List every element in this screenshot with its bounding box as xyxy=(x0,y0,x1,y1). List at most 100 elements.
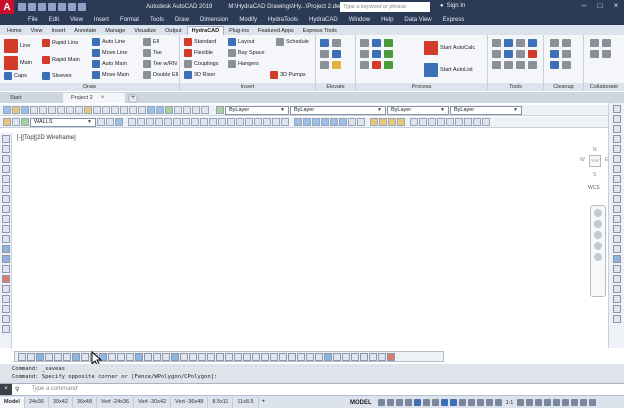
menu-insert[interactable]: Insert xyxy=(94,17,109,23)
tab-start[interactable]: Start xyxy=(2,93,62,103)
drawing-canvas[interactable]: [-][Top][2D Wireframe] N W TOP E S WCS xyxy=(12,133,608,348)
showmotion-icon[interactable] xyxy=(594,253,602,261)
break-icon[interactable] xyxy=(612,215,621,223)
ucs-icon[interactable] xyxy=(446,118,454,126)
snap-tool-icon[interactable] xyxy=(279,352,287,361)
plotstyle-dropdown[interactable]: ByLayer ▼ xyxy=(450,105,522,115)
zoom-extents-icon[interactable] xyxy=(594,231,602,239)
dim-radius-icon[interactable] xyxy=(164,118,172,126)
paste-icon[interactable] xyxy=(75,106,83,114)
snap-tool-icon[interactable] xyxy=(252,352,260,361)
tab-layout[interactable]: 30x42 xyxy=(49,396,73,408)
explode-icon[interactable] xyxy=(612,255,621,263)
tool-icon[interactable] xyxy=(504,50,513,58)
zoom-icon[interactable] xyxy=(120,106,128,114)
pumps-3d-button[interactable]: 3D Pumps xyxy=(270,71,306,79)
layer-properties-icon[interactable] xyxy=(3,118,11,126)
offset-icon[interactable] xyxy=(612,135,621,143)
snap-tool-icon[interactable] xyxy=(333,352,341,361)
ell-button[interactable]: Ell xyxy=(143,38,159,46)
copy-object-icon[interactable] xyxy=(612,115,621,123)
modify-tool-icon[interactable] xyxy=(612,285,621,293)
collaborate-tool-icon[interactable] xyxy=(602,39,611,47)
isolate-objects-icon[interactable] xyxy=(562,399,570,406)
new-icon[interactable] xyxy=(3,106,11,114)
dim-angular-icon[interactable] xyxy=(182,118,190,126)
snap-tool-icon[interactable] xyxy=(45,352,53,361)
snap-tool-icon[interactable] xyxy=(306,352,314,361)
spline-icon[interactable] xyxy=(2,215,10,223)
tool-palettes-icon[interactable] xyxy=(165,106,173,114)
auto-main-button[interactable]: Auto Main xyxy=(92,60,127,68)
insert-block-icon[interactable] xyxy=(2,245,10,253)
new-icon[interactable] xyxy=(18,3,26,11)
preview-icon[interactable] xyxy=(39,106,47,114)
add-layout-button[interactable]: + xyxy=(262,399,266,405)
color-dropdown[interactable]: ByLayer ▼ xyxy=(225,105,289,115)
flexible-button[interactable]: Flexible xyxy=(184,49,213,57)
stretch-icon[interactable] xyxy=(612,185,621,193)
customization-icon[interactable] xyxy=(589,399,597,406)
dim-update-icon[interactable] xyxy=(281,118,289,126)
tool-icon[interactable] xyxy=(504,61,513,69)
dim-ordinate-icon[interactable] xyxy=(155,118,163,126)
view-icon[interactable] xyxy=(357,118,365,126)
object-snap-icon[interactable] xyxy=(449,399,457,406)
match-properties-icon[interactable] xyxy=(84,106,92,114)
tool-icon[interactable] xyxy=(492,50,501,58)
sleeves-button[interactable]: Sleeves xyxy=(42,72,72,80)
multiline-text-icon[interactable] xyxy=(2,315,10,323)
ucs-icon[interactable] xyxy=(473,118,481,126)
undo-icon[interactable] xyxy=(93,106,101,114)
pan-icon[interactable] xyxy=(111,106,119,114)
tab-layout[interactable]: Vert -30x42 xyxy=(134,396,172,408)
scale-icon[interactable] xyxy=(612,175,621,183)
move-main-button[interactable]: Move Main xyxy=(92,71,129,79)
leader-icon[interactable] xyxy=(218,118,226,126)
snap-tool-icon[interactable] xyxy=(351,352,359,361)
dim-baseline-icon[interactable] xyxy=(200,118,208,126)
polar-icon[interactable] xyxy=(422,399,430,406)
viewcube-west[interactable]: W xyxy=(580,157,585,163)
properties-icon[interactable] xyxy=(147,106,155,114)
tool-icon[interactable] xyxy=(504,39,513,47)
hatch-icon[interactable] xyxy=(2,275,10,283)
dim-text-edit-icon[interactable] xyxy=(272,118,280,126)
snap-icon[interactable] xyxy=(386,399,394,406)
tee-button[interactable]: Tee xyxy=(143,49,162,57)
ucs-icon[interactable] xyxy=(464,118,472,126)
menu-draw[interactable]: Draw xyxy=(175,17,189,23)
tab-visualize[interactable]: Visualize xyxy=(130,27,160,35)
snap-tool-icon[interactable] xyxy=(135,352,143,361)
view-icon[interactable] xyxy=(312,118,320,126)
lineweight-icon[interactable] xyxy=(458,399,466,406)
command-input[interactable]: Type a command xyxy=(31,386,77,392)
snap-tool-icon[interactable] xyxy=(261,352,269,361)
snap-tool-icon[interactable] xyxy=(36,352,44,361)
isodraft-icon[interactable] xyxy=(431,399,439,406)
tool-icon[interactable] xyxy=(528,61,537,69)
design-center-icon[interactable] xyxy=(156,106,164,114)
tool-icon[interactable] xyxy=(516,61,525,69)
point-icon[interactable] xyxy=(2,265,10,273)
arc-icon[interactable] xyxy=(2,185,10,193)
tab-layout[interactable]: 24x36 xyxy=(25,396,49,408)
snap-tool-icon[interactable] xyxy=(270,352,278,361)
tab-express-tools[interactable]: Express Tools xyxy=(299,27,341,35)
snap-tool-icon[interactable] xyxy=(360,352,368,361)
collaborate-tool-icon[interactable] xyxy=(590,39,599,47)
tool-icon[interactable] xyxy=(528,39,537,47)
snap-tool-icon[interactable] xyxy=(54,352,62,361)
trim-icon[interactable] xyxy=(612,195,621,203)
annotation-visibility-icon[interactable] xyxy=(485,399,493,406)
process-tool-icon[interactable] xyxy=(372,50,381,58)
add-selected-icon[interactable] xyxy=(2,325,10,333)
ucs-icon[interactable] xyxy=(437,118,445,126)
tab-home[interactable]: Home xyxy=(3,27,26,35)
extend-icon[interactable] xyxy=(612,205,621,213)
start-autolist-button[interactable]: Start AutoList xyxy=(424,63,473,77)
object-snap-tracking-icon[interactable] xyxy=(440,399,448,406)
close-icon[interactable]: × xyxy=(610,1,622,10)
dim-continue-icon[interactable] xyxy=(209,118,217,126)
cleanup-tool-icon[interactable] xyxy=(550,39,559,47)
